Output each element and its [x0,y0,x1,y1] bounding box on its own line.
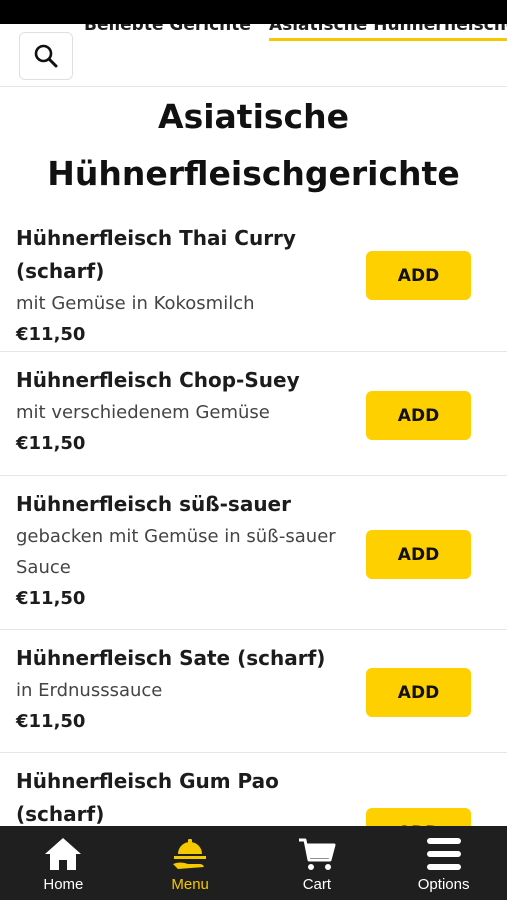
dish-item: Hühnerfleisch Chop-Suey mit verschiedene… [0,352,507,476]
dish-price: €11,50 [16,588,86,609]
serving-dish-icon [173,839,207,869]
search-button[interactable] [19,32,73,80]
status-bar [0,0,507,24]
dish-description: in Erdnusssauce [16,680,163,701]
dish-name: Hühnerfleisch Gum Pao (scharf) [16,769,279,826]
home-icon [45,838,82,870]
nav-home[interactable]: Home [0,826,127,900]
add-button[interactable]: ADD [366,808,471,826]
nav-menu[interactable]: Menu [127,826,254,900]
dish-name: Hühnerfleisch süß-sauer [16,492,291,516]
dish-item: Hühnerfleisch süß-sauer gebacken mit Gem… [0,476,507,630]
bottom-navigation: Home Menu Cart Options [0,826,507,900]
dish-description: mit Gemüse in Kokosmilch [16,293,255,314]
menu-content: Asiatische Hühnerfleischgerichte Hühnerf… [0,88,507,826]
category-bar: Beliebte Gerichte Asiatische Hühnerfleis… [0,24,507,87]
dish-item: Hühnerfleisch Thai Curry (scharf) mit Ge… [0,210,507,352]
dish-name: Hühnerfleisch Thai Curry (scharf) [16,226,296,283]
nav-options[interactable]: Options [380,826,507,900]
hamburger-menu-icon [426,838,461,870]
tab-asiatische-huehnerfleischgerichte[interactable]: Asiatische Hühnerfleischgerichte [268,24,507,41]
nav-options-label: Options [417,876,470,893]
add-button[interactable]: ADD [366,668,471,717]
category-tabs: Beliebte Gerichte Asiatische Hühnerfleis… [84,24,507,41]
dish-description: mit verschiedenem Gemüse [16,402,270,423]
search-icon [34,44,58,68]
dish-description: gebacken mit Gemüse in süß-sauer Sauce [16,526,336,578]
nav-cart-label: Cart [302,876,332,893]
dish-name: Hühnerfleisch Sate (scharf) [16,646,326,670]
dish-item: Hühnerfleisch Sate (scharf) in Erdnusssa… [0,630,507,753]
section-title: Asiatische Hühnerfleischgerichte [47,97,460,193]
dish-price: €11,50 [16,324,86,345]
add-button[interactable]: ADD [366,530,471,579]
dish-name: Hühnerfleisch Chop-Suey [16,368,300,392]
nav-menu-label: Menu [171,876,209,893]
nav-cart[interactable]: Cart [254,826,381,900]
add-button[interactable]: ADD [366,251,471,300]
cart-icon [298,838,336,870]
tab-beliebte-gerichte[interactable]: Beliebte Gerichte [84,24,261,41]
add-button[interactable]: ADD [366,391,471,440]
dish-item: Hühnerfleisch Gum Pao (scharf) ADD [0,753,507,826]
nav-home-label: Home [43,876,84,893]
